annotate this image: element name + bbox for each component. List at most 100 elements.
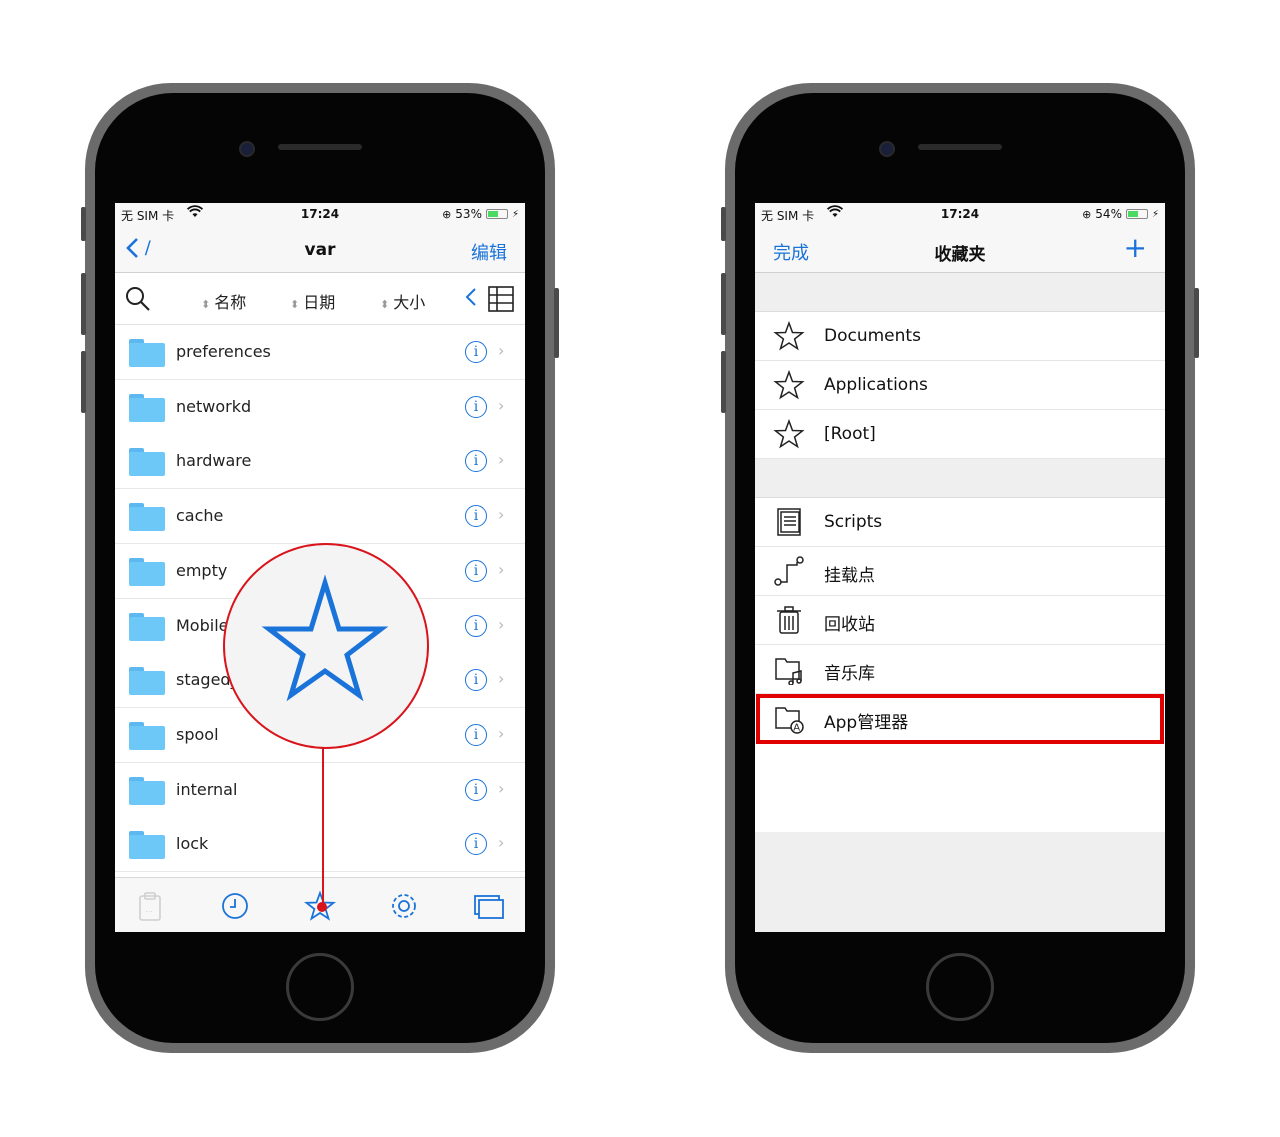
list-item[interactable]: 回收站 (755, 596, 1165, 645)
info-icon[interactable]: i (465, 395, 487, 418)
empty-area (755, 832, 1165, 932)
windows-icon[interactable] (473, 890, 505, 922)
folder-icon (129, 393, 165, 422)
charging-icon: ⚡ (511, 208, 519, 220)
list-item[interactable]: 挂载点 (755, 547, 1165, 596)
info-icon[interactable]: i (465, 723, 487, 746)
home-button[interactable] (926, 953, 994, 1021)
chevron-right-icon: › (498, 614, 505, 634)
star-icon (773, 369, 805, 401)
search-icon[interactable] (125, 286, 151, 316)
clipboard-icon[interactable]: … (134, 890, 166, 922)
list-item-label: [Root] (824, 424, 876, 444)
charging-icon: ⚡ (1151, 208, 1159, 220)
chevron-right-icon: › (498, 450, 505, 470)
trash-icon (773, 604, 805, 636)
list-item[interactable]: cache i › (115, 489, 525, 545)
side-button (554, 288, 559, 358)
folder-icon (129, 831, 165, 860)
folder-name: hardware (176, 451, 252, 471)
home-button[interactable] (286, 953, 354, 1021)
info-icon[interactable]: i (465, 559, 487, 582)
battery-percent: 54% (1095, 207, 1122, 221)
folder-icon (129, 339, 165, 367)
sort-arrows-icon: ⬍ (380, 298, 390, 311)
side-button (721, 351, 726, 413)
sort-by-size[interactable]: ⬍ 大小 (380, 289, 425, 313)
section-header (755, 273, 1165, 312)
side-button (721, 207, 726, 241)
sort-by-date[interactable]: ⬍ 日期 (290, 289, 335, 313)
folder-icon (129, 612, 165, 641)
nav-bar: / var 编辑 (115, 227, 525, 273)
view-mode-icon[interactable] (487, 285, 515, 317)
folder-name: Mobile (176, 615, 229, 635)
app-manager-highlight-box (756, 694, 1164, 744)
folder-name: lock (176, 834, 209, 854)
info-icon[interactable]: i (465, 833, 487, 856)
side-button (81, 273, 86, 335)
right-phone-frame: 无 SIM 卡 17:24 ⊕ 54% ⚡ 完成 收藏夹 + Documents… (721, 83, 1199, 1053)
list-item-label: Scripts (824, 512, 883, 532)
sort-by-name[interactable]: ⬍ 名称 (201, 289, 246, 313)
front-camera (239, 141, 255, 157)
list-item[interactable]: internal i › (115, 762, 525, 818)
info-icon[interactable]: i (465, 505, 487, 528)
info-icon[interactable]: i (465, 450, 487, 473)
folder-name: empty (176, 560, 228, 580)
music-folder-icon (773, 653, 805, 686)
folder-icon (129, 776, 165, 805)
chevron-right-icon: › (498, 395, 505, 415)
star-magnifier-callout (223, 543, 429, 749)
sort-date-label: 日期 (303, 293, 336, 312)
gear-icon[interactable] (388, 890, 420, 922)
list-item[interactable]: Scripts (755, 498, 1165, 547)
sort-size-label: 大小 (393, 293, 426, 312)
mount-icon (773, 555, 805, 587)
list-item[interactable]: networkd i › (115, 379, 525, 435)
list-item[interactable]: preferences i › (115, 325, 525, 380)
edit-button[interactable]: 编辑 (471, 239, 507, 265)
folder-icon (129, 667, 165, 696)
list-item[interactable]: [Root] (755, 410, 1165, 459)
callout-line (322, 747, 324, 904)
info-icon[interactable]: i (465, 341, 487, 363)
chevron-right-icon: › (498, 669, 505, 689)
clock-icon[interactable] (219, 890, 251, 922)
info-icon[interactable]: i (465, 669, 487, 692)
battery-icon (1125, 209, 1148, 219)
list-item[interactable]: Applications (755, 361, 1165, 410)
list-item-label: Applications (824, 375, 928, 395)
folder-name: preferences (176, 342, 271, 361)
rotation-lock-icon: ⊕ (1082, 207, 1092, 221)
sort-arrows-icon: ⬍ (201, 298, 211, 311)
info-icon[interactable]: i (465, 778, 487, 801)
list-item[interactable]: Documents (755, 312, 1165, 361)
side-button (81, 351, 86, 413)
chevron-right-icon: › (498, 505, 505, 525)
list-item[interactable]: lock i › (115, 817, 525, 873)
list-item-label: 回收站 (824, 615, 875, 635)
chevron-right-icon: › (498, 559, 505, 579)
folder-name: internal (176, 779, 238, 799)
callout-dot (317, 902, 327, 912)
info-icon[interactable]: i (465, 614, 487, 637)
side-button (721, 273, 726, 335)
collapse-chevron-icon[interactable] (465, 287, 477, 311)
list-item[interactable]: hardware i › (115, 434, 525, 490)
folder-name: spool (176, 724, 219, 744)
earpiece (918, 144, 1002, 150)
section-header (755, 459, 1165, 498)
battery-icon (485, 209, 508, 219)
battery-indicator: ⊕ 54% ⚡ (1082, 207, 1159, 221)
star-icon (773, 320, 805, 352)
star-icon (261, 574, 389, 702)
svg-text:…: … (145, 905, 153, 914)
status-bar: 无 SIM 卡 17:24 ⊕ 54% ⚡ (755, 203, 1165, 227)
page-title: var (304, 240, 336, 260)
list-item-label: 音乐库 (824, 664, 875, 684)
right-screen: 无 SIM 卡 17:24 ⊕ 54% ⚡ 完成 收藏夹 + Documents… (755, 203, 1165, 932)
list-item[interactable]: 音乐库 (755, 645, 1165, 694)
chevron-right-icon: › (498, 723, 505, 743)
add-button[interactable]: + (1124, 231, 1147, 264)
